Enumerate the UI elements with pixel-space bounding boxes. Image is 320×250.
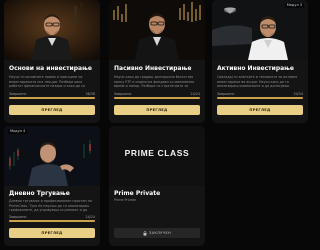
course-thumbnail-3[interactable] [212, 0, 308, 60]
course-card-1[interactable]: Основи на инвестирање Научи ги основните… [4, 0, 100, 123]
progress-value: 24/24 [85, 215, 95, 219]
module-badge: Модул 4 [8, 129, 28, 134]
progress-label: Завршено [217, 92, 235, 96]
course-card-2[interactable]: Пасивно Инвестирање Научи како да градиш… [109, 0, 205, 123]
progress-bar [114, 97, 200, 99]
course-description: Совладај ги алатките и техниките за акти… [217, 75, 298, 89]
progress-bar [9, 220, 95, 222]
progress-label: Завршено [9, 92, 27, 96]
progress-bar [217, 97, 303, 99]
course-card-3[interactable]: Модул 3 Активно Инвестирање Совладај ги … [212, 0, 308, 123]
course-description: Научи како да градиш долгорочно богатств… [114, 75, 195, 89]
progress-bar [9, 97, 95, 99]
lock-icon [143, 230, 147, 236]
course-title: Основи на инвестирање [9, 65, 92, 72]
progress-value: 34/34 [293, 92, 303, 96]
course-title: Дневно Тргување [9, 190, 70, 197]
course-title: Активно Инвестирање [217, 65, 294, 72]
course-thumbnail-5: PRIME CLASS [109, 126, 205, 186]
course-subtitle: Prime Private [114, 198, 136, 202]
locked-button-label: ЗАКЛУЧЕН [148, 231, 172, 235]
course-card-4[interactable]: Модул 4 Дневно Тргување Дневно тргување … [4, 126, 100, 246]
course-thumbnail-2[interactable] [109, 0, 205, 60]
review-button[interactable]: ПРЕГЛЕД [114, 105, 200, 115]
course-description: Дневно тргување и професионален пристап … [9, 199, 92, 213]
progress-label: Завршено [9, 215, 27, 219]
progress-fill [114, 97, 200, 99]
progress-label: Завршено [114, 92, 132, 96]
progress-fill [9, 220, 95, 222]
progress-value: 24/24 [190, 92, 200, 96]
prime-class-logo: PRIME CLASS [124, 148, 190, 158]
course-title: Пасивно Инвестирање [114, 65, 192, 72]
review-button[interactable]: ПРЕГЛЕД [9, 105, 95, 115]
progress-value: 38/38 [85, 92, 95, 96]
course-thumbnail-1[interactable] [4, 0, 100, 60]
review-button[interactable]: ПРЕГЛЕД [9, 228, 95, 238]
review-button[interactable]: ПРЕГЛЕД [217, 105, 303, 115]
course-description: Научи ги основните поими и принципи на и… [9, 75, 85, 89]
course-title: Prime Private [114, 190, 161, 197]
progress-fill [9, 97, 95, 99]
progress-fill [217, 97, 303, 99]
course-card-5[interactable]: PRIME CLASS Prime Private Prime Private … [109, 126, 205, 246]
module-badge: Модул 3 [284, 3, 304, 8]
locked-button[interactable]: ЗАКЛУЧЕН [114, 228, 200, 238]
course-thumbnail-4[interactable] [4, 126, 100, 186]
